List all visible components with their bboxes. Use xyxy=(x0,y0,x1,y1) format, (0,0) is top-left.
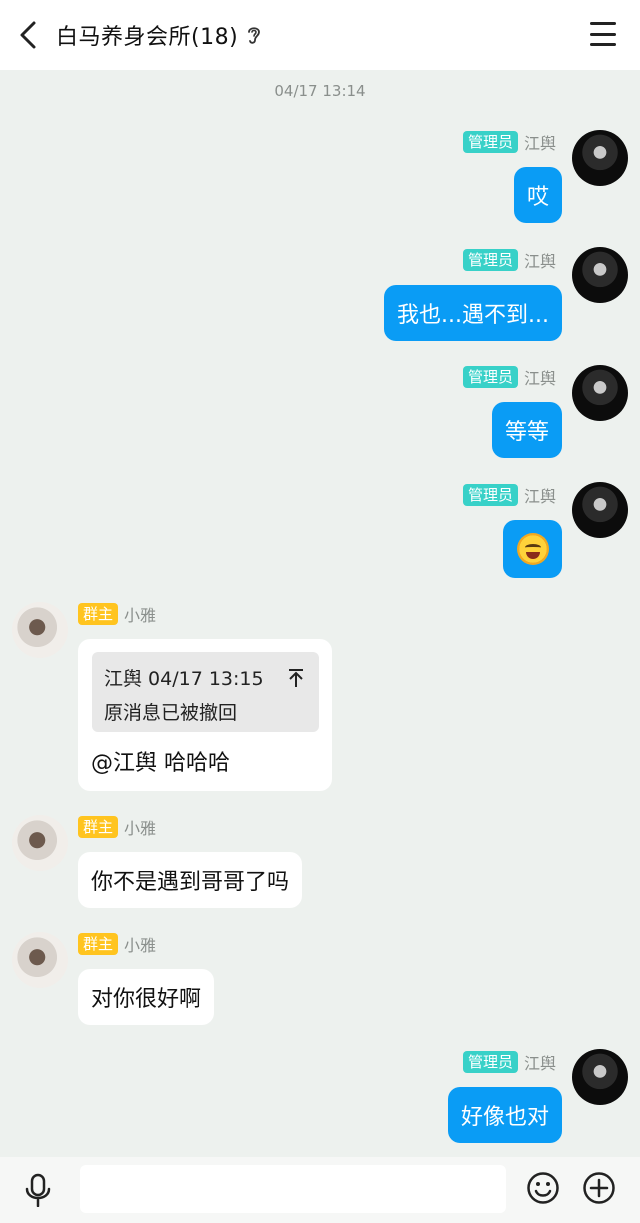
sender-name: 江舆 xyxy=(523,369,556,388)
message-timestamp: 04/17 13:14 xyxy=(274,82,366,100)
sender-name: 小雅 xyxy=(124,936,157,955)
emoji-icon[interactable] xyxy=(526,1171,560,1205)
chat-title-area[interactable]: 白马养身会所(18) xyxy=(56,0,262,70)
chat-title: 白马养身会所(18) xyxy=(56,25,239,50)
message-bubble[interactable]: 对你很好啊 xyxy=(78,969,215,1025)
message-meta: 群主 小雅 xyxy=(78,815,156,839)
avatar[interactable] xyxy=(12,932,68,988)
message-bubble[interactable]: 我也...遇不到... xyxy=(384,285,562,341)
microphone-icon[interactable] xyxy=(22,1173,54,1207)
quoted-message[interactable]: 江舆 04/17 13:15 原消息已被撤回 xyxy=(92,652,319,732)
role-badge: 管理员 xyxy=(462,1051,518,1073)
message-bubble[interactable]: 等等 xyxy=(491,402,562,458)
sender-name: 小雅 xyxy=(124,606,157,625)
message-meta: 管理员 江舆 xyxy=(462,248,556,272)
message-bubble[interactable]: 你不是遇到哥哥了吗 xyxy=(78,852,303,908)
message-bubble[interactable] xyxy=(503,520,562,578)
message-meta: 群主 小雅 xyxy=(78,932,156,956)
role-badge: 管理员 xyxy=(462,484,518,506)
chat-header: 白马养身会所(18) xyxy=(0,0,640,70)
quote-text: 原消息已被撤回 xyxy=(104,702,238,724)
hamburger-menu-icon[interactable] xyxy=(590,22,616,46)
role-badge: 管理员 xyxy=(462,249,518,271)
message-bubble[interactable]: 好像也对 xyxy=(447,1087,562,1143)
avatar[interactable] xyxy=(572,1049,628,1105)
role-badge: 管理员 xyxy=(462,131,518,153)
jump-to-top-icon[interactable] xyxy=(287,668,305,688)
avatar[interactable] xyxy=(572,247,628,303)
role-badge: 管理员 xyxy=(462,366,518,388)
avatar[interactable] xyxy=(572,482,628,538)
plus-icon[interactable] xyxy=(582,1171,616,1205)
avatar[interactable] xyxy=(572,365,628,421)
message-meta: 管理员 江舆 xyxy=(462,483,556,507)
laughing-face-emoji xyxy=(516,533,549,565)
message-text: @江舆 哈哈哈 xyxy=(91,751,230,776)
sender-name: 小雅 xyxy=(124,819,157,838)
chevron-left-icon xyxy=(20,21,36,49)
input-bar xyxy=(0,1157,640,1223)
sender-name: 江舆 xyxy=(523,1054,556,1073)
role-badge: 群主 xyxy=(78,816,119,838)
ear-icon xyxy=(246,24,262,46)
avatar[interactable] xyxy=(12,602,68,658)
back-button[interactable] xyxy=(14,20,42,50)
sender-name: 江舆 xyxy=(523,252,556,271)
role-badge: 群主 xyxy=(78,933,119,955)
sender-name: 江舆 xyxy=(523,487,556,506)
message-meta: 群主 小雅 xyxy=(78,602,156,626)
role-badge: 群主 xyxy=(78,603,119,625)
message-bubble[interactable]: 哎 xyxy=(513,167,562,223)
message-meta: 管理员 江舆 xyxy=(462,1050,556,1074)
message-meta: 管理员 江舆 xyxy=(462,130,556,154)
quote-header: 江舆 04/17 13:15 xyxy=(104,668,264,690)
sender-name: 江舆 xyxy=(523,134,556,153)
message-input[interactable] xyxy=(80,1165,506,1213)
avatar[interactable] xyxy=(572,130,628,186)
avatar[interactable] xyxy=(12,815,68,871)
message-meta: 管理员 江舆 xyxy=(462,365,556,389)
